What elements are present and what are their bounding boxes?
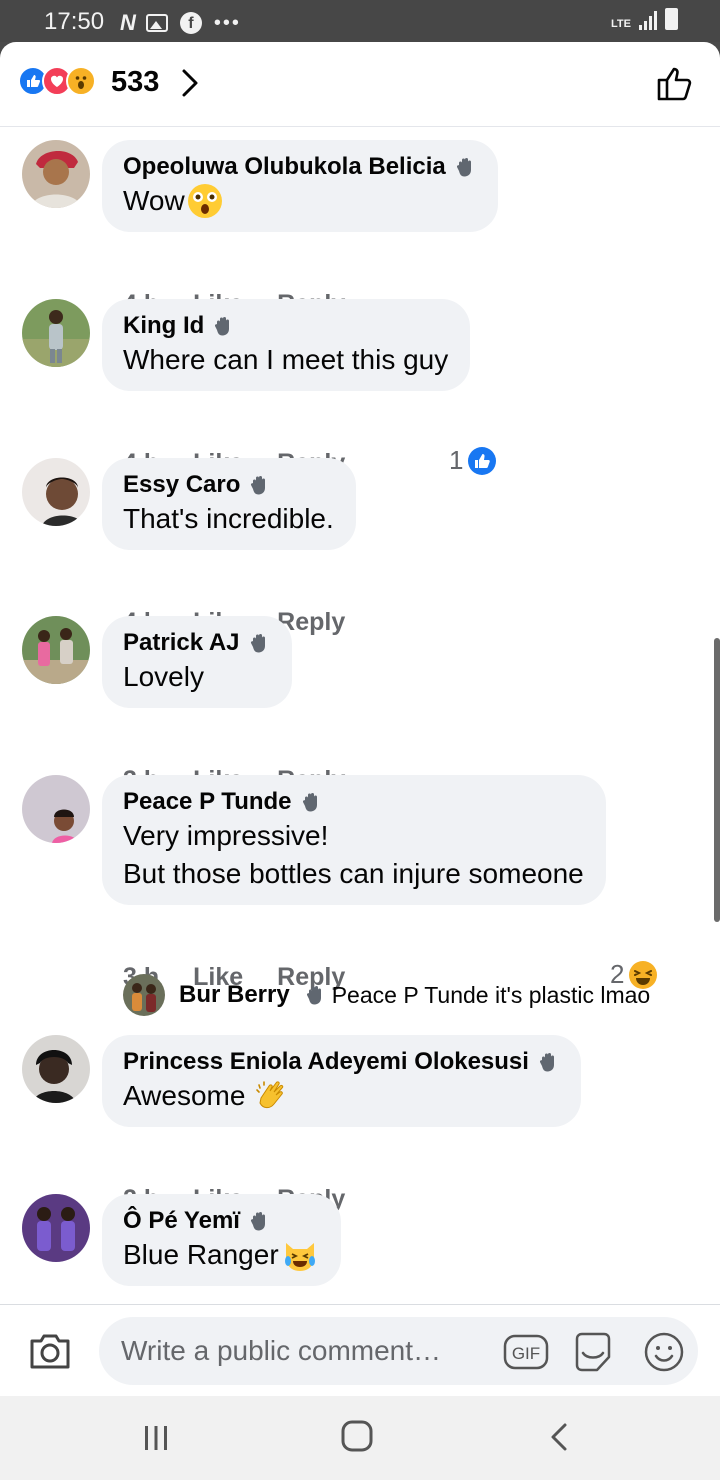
system-icons: LTE bbox=[611, 8, 678, 30]
commenter-name[interactable]: Peace P Tunde bbox=[123, 787, 292, 817]
comment-text: Lovely bbox=[123, 661, 204, 692]
astonished-emoji-icon bbox=[187, 184, 222, 218]
clapping-hands-emoji-icon bbox=[256, 1081, 284, 1109]
comment-text: Wow bbox=[123, 185, 185, 216]
scrollbar[interactable] bbox=[714, 638, 720, 922]
reaction-icons[interactable] bbox=[18, 66, 96, 96]
reaction-count: 1 bbox=[449, 445, 464, 475]
sticker-icon[interactable] bbox=[571, 1331, 615, 1378]
avatar[interactable] bbox=[22, 458, 90, 526]
comment-reactions[interactable]: 1 bbox=[449, 445, 497, 476]
reaction-count[interactable]: 533 bbox=[111, 66, 159, 99]
system-navigation-bar bbox=[0, 1396, 720, 1480]
wave-icon bbox=[215, 317, 230, 336]
wow-reaction-icon bbox=[66, 66, 96, 96]
network-type: LTE bbox=[611, 18, 631, 30]
avatar[interactable] bbox=[22, 140, 90, 208]
chevron-right-icon[interactable] bbox=[180, 68, 200, 103]
status-time: 17:50 bbox=[44, 8, 105, 35]
reply-text: Peace P Tunde it's plastic lmao bbox=[331, 981, 651, 1008]
reactions-header[interactable]: 533 bbox=[0, 42, 720, 127]
notification-icons: N f ••• bbox=[120, 10, 241, 36]
like-post-button[interactable] bbox=[656, 64, 694, 107]
wave-icon bbox=[250, 1212, 265, 1231]
wave-icon bbox=[539, 1053, 554, 1072]
comment-composer: Write a public comment… GIF bbox=[0, 1304, 720, 1396]
status-bar: 17:50 N f ••• LTE bbox=[0, 0, 720, 42]
comment-input[interactable]: Write a public comment… GIF bbox=[99, 1317, 698, 1385]
comment-bubble[interactable]: King Id Where can I meet this guy bbox=[102, 299, 471, 391]
camera-icon[interactable] bbox=[28, 1331, 72, 1376]
battery-icon bbox=[665, 8, 678, 30]
comment-text: Awesome bbox=[123, 1080, 246, 1111]
netflix-icon: N bbox=[120, 10, 136, 35]
comment-text: That's incredible. bbox=[123, 503, 334, 534]
commenter-name[interactable]: Princess Eniola Adeyemi Olokesusi bbox=[123, 1047, 529, 1077]
gif-button[interactable]: GIF bbox=[503, 1334, 549, 1375]
signal-icon bbox=[639, 10, 657, 30]
comments-sheet: 533 Opeoluwa Olubukola Belicia Wow 4 h L… bbox=[0, 42, 720, 1396]
commenter-name[interactable]: King Id bbox=[123, 311, 204, 341]
comment-text: Very impressive! bbox=[123, 820, 329, 851]
commenter-name[interactable]: Ô Pé Yemï bbox=[123, 1206, 240, 1236]
comment-text: But those bottles can injure someone bbox=[123, 858, 584, 889]
comment-bubble[interactable]: Peace P Tunde Very impressive! But those… bbox=[102, 775, 606, 905]
wave-icon bbox=[306, 986, 321, 1005]
recent-apps-icon[interactable] bbox=[143, 1424, 169, 1457]
wave-icon bbox=[250, 634, 265, 653]
more-dots-icon: ••• bbox=[213, 11, 241, 34]
commenter-name[interactable]: Essy Caro bbox=[123, 470, 240, 500]
back-icon[interactable] bbox=[548, 1422, 570, 1457]
comment-bubble[interactable]: Princess Eniola Adeyemi Olokesusi Awesom… bbox=[102, 1035, 581, 1127]
crying-laughing-cat-icon bbox=[284, 1243, 315, 1271]
comment-bubble[interactable]: Essy Caro That's incredible. bbox=[102, 458, 356, 550]
avatar[interactable] bbox=[22, 775, 90, 843]
comment-bubble[interactable]: Opeoluwa Olubukola Belicia Wow bbox=[102, 140, 498, 232]
emoji-icon[interactable] bbox=[643, 1331, 685, 1378]
facebook-icon: f bbox=[179, 12, 202, 34]
reply-author[interactable]: Bur Berry bbox=[179, 981, 290, 1009]
comment-text: Blue Ranger bbox=[123, 1239, 279, 1270]
wave-icon bbox=[456, 158, 471, 177]
avatar[interactable] bbox=[22, 1194, 90, 1262]
svg-text:GIF: GIF bbox=[512, 1344, 540, 1363]
avatar[interactable] bbox=[22, 616, 90, 684]
like-reaction-icon bbox=[468, 446, 497, 475]
home-icon[interactable] bbox=[341, 1420, 373, 1457]
comment-placeholder: Write a public comment… bbox=[121, 1335, 442, 1366]
avatar[interactable] bbox=[22, 299, 90, 367]
commenter-name[interactable]: Opeoluwa Olubukola Belicia bbox=[123, 152, 446, 182]
reply-preview[interactable]: Bur Berry Peace P Tunde it's plastic lma… bbox=[123, 974, 650, 1016]
comment-bubble[interactable]: Patrick AJ Lovely bbox=[102, 616, 292, 708]
gallery-icon bbox=[145, 14, 168, 32]
comment-bubble[interactable]: Ô Pé Yemï Blue Ranger bbox=[102, 1194, 341, 1286]
wave-icon bbox=[302, 793, 317, 812]
comment-text: Where can I meet this guy bbox=[123, 344, 449, 375]
avatar[interactable] bbox=[123, 974, 165, 1016]
commenter-name[interactable]: Patrick AJ bbox=[123, 628, 240, 658]
wave-icon bbox=[251, 476, 266, 495]
avatar[interactable] bbox=[22, 1035, 90, 1103]
